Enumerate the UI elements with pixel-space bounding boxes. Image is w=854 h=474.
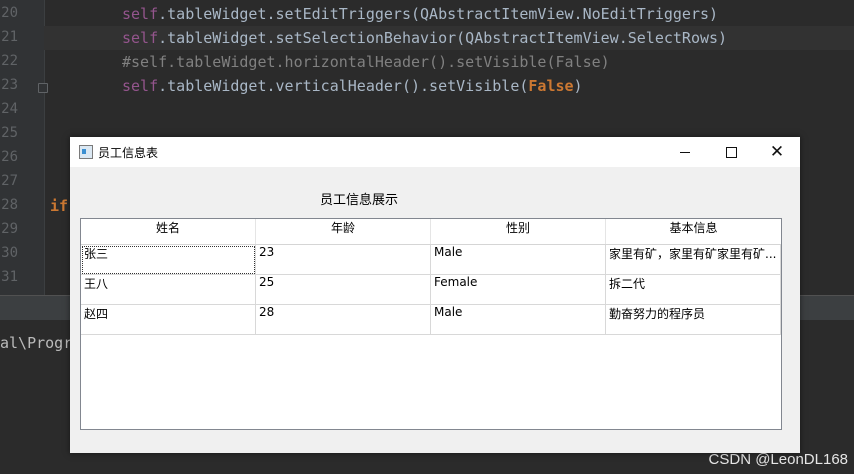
column-header-gender[interactable]: 性别	[431, 219, 606, 244]
code-text: )	[573, 77, 583, 95]
table-cell[interactable]: Male	[431, 245, 606, 275]
table-cell[interactable]: 张三	[81, 245, 256, 275]
minimize-button[interactable]	[662, 137, 708, 167]
maximize-button[interactable]	[708, 137, 754, 167]
code-text: .tableWidget.setSelectionBehavior(QAbstr…	[158, 29, 728, 47]
table-cell[interactable]: 王八	[81, 275, 256, 305]
employee-info-window: 员工信息表 ✕ 员工信息展示 姓名 年龄 性别 基本信息 张三 23 Male …	[70, 137, 800, 453]
table-row[interactable]: 张三 23 Male 家里有矿，家里有矿家里有矿...	[81, 245, 781, 275]
minimize-icon	[680, 151, 690, 153]
employee-table[interactable]: 姓名 年龄 性别 基本信息 张三 23 Male 家里有矿，家里有矿家里有矿..…	[80, 218, 782, 430]
code-line-21[interactable]: self.tableWidget.setSelectionBehavior(QA…	[122, 29, 727, 47]
line-number: 24	[1, 101, 18, 117]
line-number: 26	[1, 149, 18, 165]
self-keyword: self	[122, 5, 159, 23]
code-line-28[interactable]: if	[50, 197, 68, 215]
watermark: CSDN @LeonDL168	[708, 451, 848, 468]
self-keyword: self	[122, 29, 159, 47]
code-text: .tableWidget.setEditTriggers(QAbstractIt…	[158, 5, 719, 23]
line-number: 29	[1, 221, 18, 237]
line-number: 28	[1, 197, 18, 213]
table-cell[interactable]: 拆二代	[606, 275, 781, 305]
line-number: 31	[1, 269, 18, 285]
close-button[interactable]: ✕	[754, 137, 800, 167]
line-number-gutter: 20 21 22 23 24 25 26 27 28 29 30 31	[0, 0, 48, 295]
heading-label: 员工信息展示	[320, 193, 399, 208]
line-number: 30	[1, 245, 18, 261]
table-cell[interactable]: 勤奋努力的程序员	[606, 305, 781, 335]
window-title: 员工信息表	[98, 146, 159, 160]
table-cell[interactable]: 28	[256, 305, 431, 335]
line-number: 27	[1, 173, 18, 189]
line-number: 20	[1, 5, 18, 21]
line-number: 22	[1, 53, 18, 69]
table-cell[interactable]: Male	[431, 305, 606, 335]
column-header-age[interactable]: 年龄	[256, 219, 431, 244]
close-icon: ✕	[769, 141, 785, 162]
title-bar[interactable]: 员工信息表 ✕	[70, 137, 800, 167]
column-header-name[interactable]: 姓名	[81, 219, 256, 244]
fold-marker-icon[interactable]	[38, 83, 48, 93]
line-number: 25	[1, 125, 18, 141]
table-header: 姓名 年龄 性别 基本信息	[81, 219, 781, 245]
maximize-icon	[725, 146, 737, 158]
table-cell[interactable]: 25	[256, 275, 431, 305]
line-number: 21	[1, 29, 18, 45]
table-cell[interactable]: 家里有矿，家里有矿家里有矿...	[606, 245, 781, 275]
table-cell[interactable]: 23	[256, 245, 431, 275]
code-text: .tableWidget.verticalHeader().setVisible…	[158, 77, 529, 95]
column-header-info[interactable]: 基本信息	[606, 219, 781, 244]
table-row[interactable]: 赵四 28 Male 勤奋努力的程序员	[81, 305, 781, 335]
line-number: 23	[1, 77, 18, 93]
code-line-20[interactable]: self.tableWidget.setEditTriggers(QAbstra…	[122, 5, 718, 23]
code-line-22[interactable]: #self.tableWidget.horizontalHeader().set…	[122, 53, 610, 71]
false-keyword: False	[528, 77, 574, 95]
table-cell[interactable]: 赵四	[81, 305, 256, 335]
code-line-23[interactable]: self.tableWidget.verticalHeader().setVis…	[122, 77, 583, 95]
self-keyword: self	[122, 77, 159, 95]
table-cell[interactable]: Female	[431, 275, 606, 305]
app-icon	[79, 145, 93, 159]
table-row[interactable]: 王八 25 Female 拆二代	[81, 275, 781, 305]
